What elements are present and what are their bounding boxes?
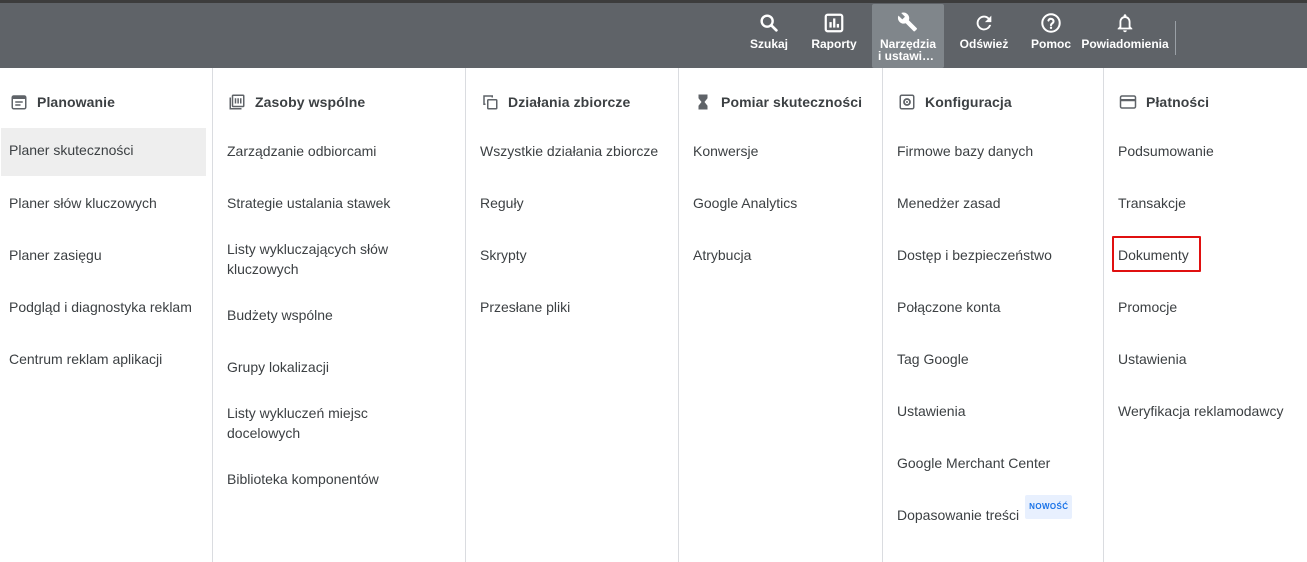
settings-icon [897,92,917,112]
menu-item-audience-manager[interactable]: Zarządzanie odbiorcami [227,141,376,161]
menu-item-performance-planner[interactable]: Planer skuteczności [1,128,206,176]
search-label: Szukaj [749,38,788,50]
menu-item-promotions[interactable]: Promocje [1118,297,1177,317]
menu-item-keyword-planner[interactable]: Planer słów kluczowych [9,193,157,213]
refresh-icon [972,11,996,35]
menu-item-billing-settings[interactable]: Ustawienia [1118,349,1186,369]
menu-item-rules[interactable]: Reguły [480,193,524,213]
help-label: Pomoc [1030,38,1071,50]
notifications-label: Powiadomienia [1081,38,1169,51]
column-header-bulk-actions: Działania zbiorcze [480,92,630,112]
menu-item-attribution[interactable]: Atrybucja [693,245,751,265]
refresh-button[interactable]: Odśwież [956,4,1012,68]
menu-item-access-and-security[interactable]: Dostęp i bezpieczeństwo [897,245,1052,265]
new-badge: NOWOŚĆ [1025,495,1073,519]
column-title-planning: Planowanie [37,94,116,110]
menu-item-app-advertising-hub[interactable]: Centrum reklam aplikacji [9,349,162,369]
menu-item-linked-accounts[interactable]: Połączone konta [897,297,1001,317]
column-shared-library: Zasoby wspólne Zarządzanie odbiorcami St… [213,68,466,562]
column-header-shared-library: Zasoby wspólne [227,92,365,112]
column-title-setup: Konfiguracja [925,94,1012,110]
menu-item-ad-preview[interactable]: Podgląd i diagnostyka reklam [9,297,192,317]
menu-item-documents[interactable]: Dokumenty [1118,245,1189,265]
menu-item-content-suitability-label: Dopasowanie treści [897,507,1020,523]
tools-label-line2: i ustawienia [878,50,938,62]
menu-item-business-data[interactable]: Firmowe bazy danych [897,141,1033,161]
bell-icon [1113,11,1137,35]
search-icon [757,11,781,35]
library-icon [227,92,247,112]
column-setup: Konfiguracja Firmowe bazy danych Menedże… [883,68,1104,562]
reports-button[interactable]: Raporty [808,4,860,68]
top-toolbar: Szukaj Raporty Narzędzia i ustawienia Od… [0,0,1307,68]
bar-chart-icon [822,11,846,35]
reports-label: Raporty [811,38,857,50]
menu-item-google-tag[interactable]: Tag Google [897,349,969,369]
tools-and-settings-button[interactable]: Narzędzia i ustawienia [872,4,944,68]
menu-item-policy-manager[interactable]: Menedżer zasad [897,193,1001,213]
menu-item-placement-exclusion-lists[interactable]: Listy wykluczeń miejsc docelowych [227,403,417,443]
menu-item-google-analytics[interactable]: Google Analytics [693,193,797,213]
menu-item-advertiser-verification[interactable]: Weryfikacja reklamodawcy [1118,401,1283,421]
menu-item-google-merchant-center[interactable]: Google Merchant Center [897,453,1050,473]
credit-card-icon [1118,92,1138,112]
column-title-shared-library: Zasoby wspólne [255,94,366,110]
column-title-measurement: Pomiar skuteczności [721,94,863,110]
help-button[interactable]: Pomoc [1026,4,1076,68]
toolbar-divider [1175,21,1176,55]
menu-item-reach-planner[interactable]: Planer zasięgu [9,245,102,265]
column-title-billing: Płatności [1146,94,1210,110]
search-button[interactable]: Szukaj [748,4,790,68]
menu-item-bid-strategies[interactable]: Strategie ustalania stawek [227,193,390,213]
column-header-billing: Płatności [1118,92,1209,112]
menu-item-conversions[interactable]: Konwersje [693,141,758,161]
menu-item-summary[interactable]: Podsumowanie [1118,141,1214,161]
menu-item-negative-keyword-lists[interactable]: Listy wykluczających słów kluczowych [227,239,427,279]
help-icon [1039,11,1063,35]
menu-item-shared-budgets[interactable]: Budżety wspólne [227,305,333,325]
menu-item-setup-settings[interactable]: Ustawienia [897,401,965,421]
column-bulk-actions: Działania zbiorcze Wszystkie działania z… [466,68,679,562]
copy-icon [480,92,500,112]
column-measurement: Pomiar skuteczności Konwersje Google Ana… [679,68,883,562]
notifications-button[interactable]: Powiadomienia [1081,4,1169,68]
refresh-label: Odśwież [959,38,1009,50]
tools-label-line1: Narzędzia [879,38,937,50]
menu-item-uploads[interactable]: Przesłane pliki [480,297,570,317]
menu-item-scripts[interactable]: Skrypty [480,245,527,265]
calendar-icon [9,92,29,112]
menu-item-transactions[interactable]: Transakcje [1118,193,1186,213]
column-header-setup: Konfiguracja [897,92,1012,112]
menu-item-all-bulk-actions[interactable]: Wszystkie działania zbiorcze [480,141,658,161]
column-planning: Planowanie Planer skuteczności Planer sł… [0,68,213,562]
menu-item-asset-library[interactable]: Biblioteka komponentów [227,469,379,489]
column-title-bulk-actions: Działania zbiorcze [508,94,631,110]
menu-item-location-groups[interactable]: Grupy lokalizacji [227,357,329,377]
menu-item-content-suitability[interactable]: Dopasowanie treści NOWOŚĆ [897,495,1073,525]
wrench-icon [896,11,920,35]
column-header-measurement: Pomiar skuteczności [693,92,862,112]
column-billing: Płatności Podsumowanie Transakcje Dokume… [1104,68,1307,562]
column-header-planning: Planowanie [9,92,115,112]
hourglass-icon [693,92,713,112]
